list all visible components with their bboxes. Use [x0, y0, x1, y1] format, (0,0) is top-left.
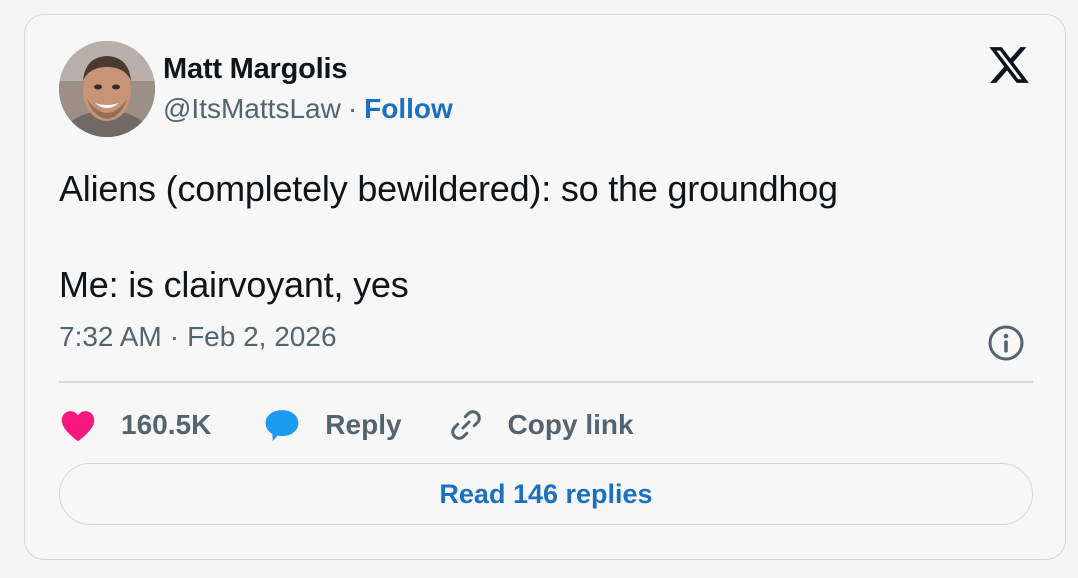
tweet-line-1: Aliens (completely bewildered): so the g… [59, 168, 838, 209]
tweet-line-2: Me: is clairvoyant, yes [59, 264, 409, 305]
reply-label: Reply [325, 409, 402, 440]
action-bar: 160.5K Reply Copy link [59, 403, 634, 447]
x-logo-icon[interactable] [987, 43, 1031, 87]
author-handle-row: @ItsMattsLaw · Follow [163, 93, 453, 125]
tweet-embed-card: Matt Margolis @ItsMattsLaw · Follow Alie… [24, 14, 1066, 560]
copy-link-button[interactable]: Copy link [448, 407, 634, 443]
like-count: 160.5K [121, 409, 212, 440]
link-icon [450, 410, 481, 440]
heart-icon [61, 411, 95, 442]
tweet-date: Feb 2, 2026 [187, 321, 337, 352]
tweet-text: Aliens (completely bewildered): so the g… [59, 165, 1019, 309]
handle-separator: · [347, 93, 358, 124]
timestamp-row[interactable]: 7:32 AM · Feb 2, 2026 [59, 321, 337, 353]
read-replies-button[interactable]: Read 146 replies [59, 463, 1033, 525]
divider [59, 381, 1033, 383]
timestamp-separator: · [169, 321, 180, 352]
info-icon[interactable] [987, 324, 1025, 362]
author-name[interactable]: Matt Margolis [163, 53, 348, 86]
copy-link-label: Copy link [507, 409, 634, 440]
reply-button[interactable]: Reply [263, 407, 402, 443]
tweet-time: 7:32 AM [59, 321, 162, 352]
avatar[interactable] [59, 41, 155, 137]
speech-bubble-icon [265, 410, 299, 442]
follow-button[interactable]: Follow [364, 93, 453, 125]
author-handle[interactable]: @ItsMattsLaw [163, 93, 341, 125]
like-button[interactable]: 160.5K [59, 408, 211, 442]
